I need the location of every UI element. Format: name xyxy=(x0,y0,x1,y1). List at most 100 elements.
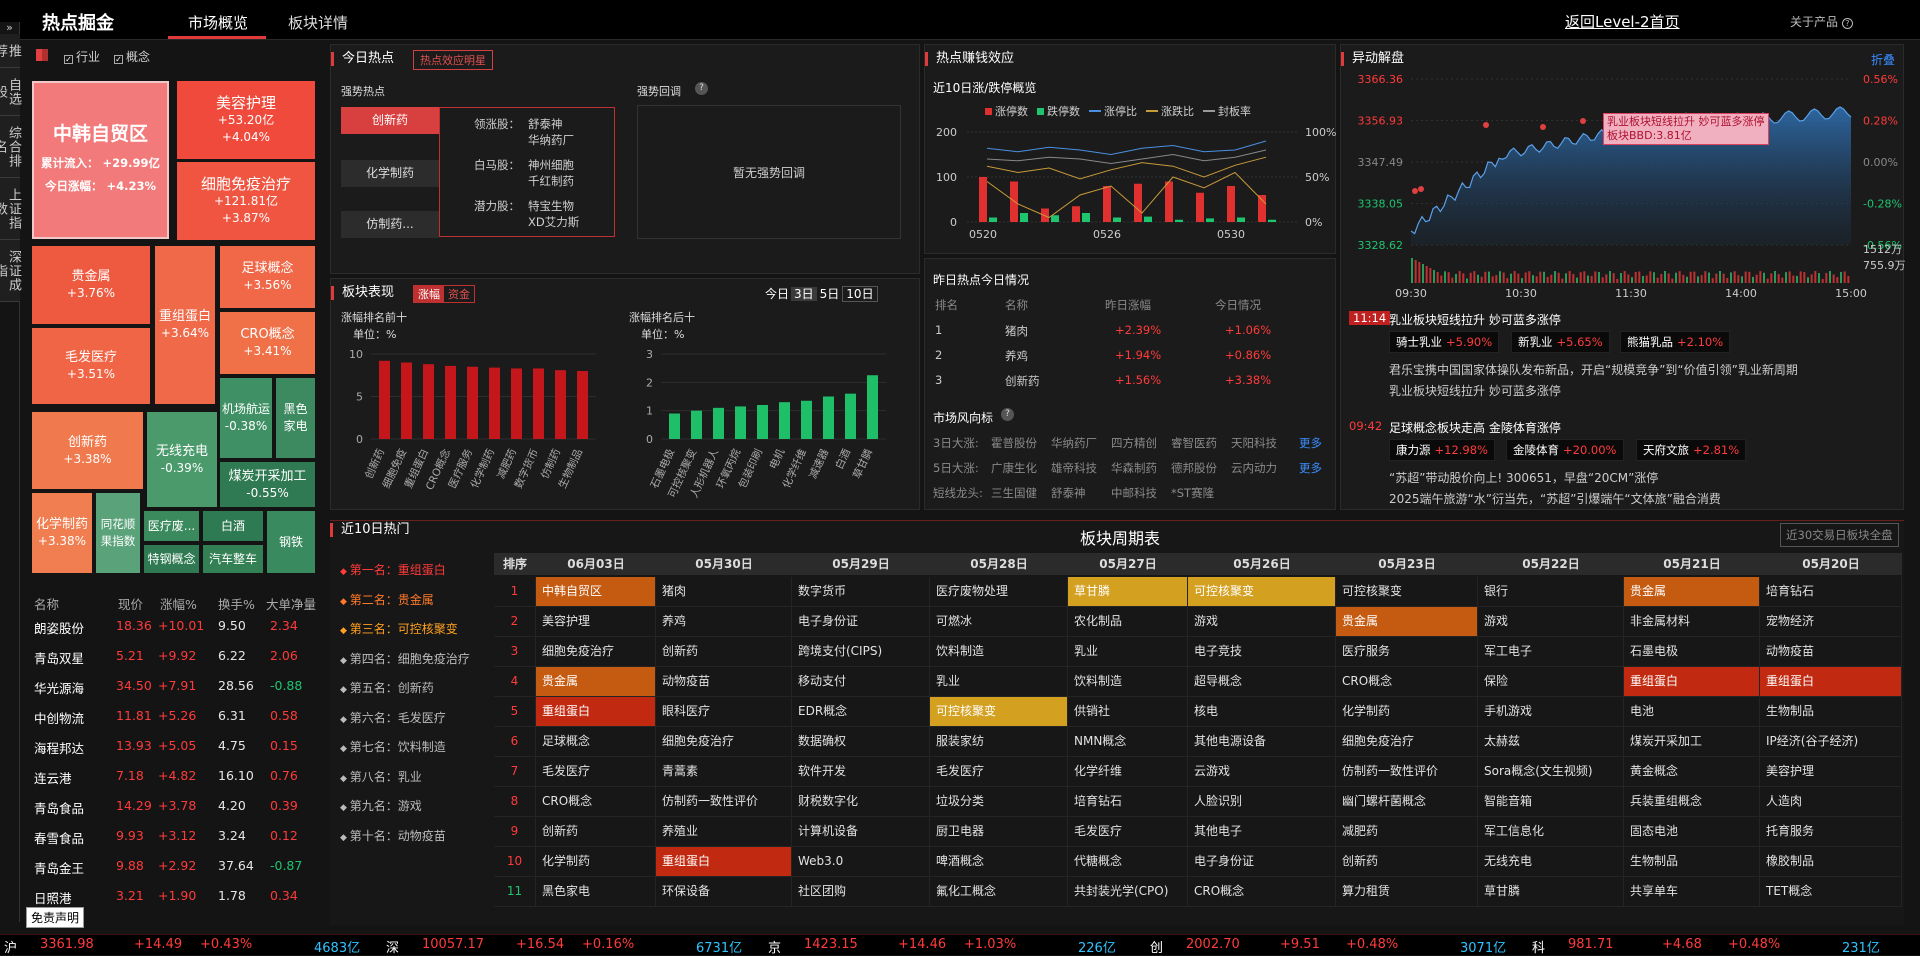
stock-tag[interactable]: 金陵体育 +20.00% xyxy=(1506,439,1624,461)
bar[interactable] xyxy=(779,402,790,439)
wind-stock-link[interactable]: 雄帝科技 xyxy=(1051,460,1097,476)
weekly-sector-cell[interactable]: CRO概念 xyxy=(1336,667,1478,696)
weekly-sector-cell[interactable]: 供销社 xyxy=(1068,697,1188,726)
weekly-sector-cell[interactable]: 创新药 xyxy=(656,637,792,666)
tab-rise[interactable]: 涨幅 xyxy=(414,286,444,302)
limit-down-bar[interactable] xyxy=(1082,213,1090,222)
treemap-cell[interactable]: 创新药 +3.38% xyxy=(32,412,143,489)
weekly-sector-cell[interactable]: 托育服务 xyxy=(1760,817,1902,846)
limit-up-bar[interactable] xyxy=(1227,186,1235,222)
weekly-sector-cell[interactable]: 共封装光学(CPO) xyxy=(1068,877,1188,906)
bar[interactable] xyxy=(467,366,478,439)
weekly-sector-cell[interactable]: 幽门螺杆菌概念 xyxy=(1336,787,1478,816)
weekly-sector-cell[interactable]: 细胞免疫治疗 xyxy=(1336,727,1478,756)
bar[interactable] xyxy=(867,375,878,439)
treemap-cell[interactable]: 钢铁 xyxy=(267,511,315,573)
weekly-sector-cell[interactable]: 化学制药 xyxy=(536,847,656,876)
weekly-sector-cell[interactable]: 游戏 xyxy=(1188,607,1336,636)
yesterday-name[interactable]: 猪肉 xyxy=(1005,323,1028,339)
weekly-sector-cell[interactable]: 培育钻石 xyxy=(1760,577,1902,606)
weekly-sector-cell[interactable]: Web3.0 xyxy=(792,847,930,876)
weekly-sector-cell[interactable]: 动物疫苗 xyxy=(1760,637,1902,666)
limit-up-bar[interactable] xyxy=(1165,181,1173,223)
weekly-sector-cell[interactable]: 计算机设备 xyxy=(792,817,930,846)
hot-sector-button[interactable]: 化学制药 xyxy=(341,160,439,187)
sidebar-item-sh-index[interactable]: 上证指数 xyxy=(0,178,21,240)
weekly-sector-cell[interactable]: 其他电子 xyxy=(1188,817,1336,846)
wind-stock-link[interactable]: 霍普股份 xyxy=(991,435,1037,451)
stock-row[interactable]: 青岛双星 5.21 +9.92 6.22 2.06 xyxy=(22,640,324,670)
bar[interactable] xyxy=(713,407,724,439)
weekly-sector-cell[interactable]: 氟化工概念 xyxy=(930,877,1068,906)
bar[interactable] xyxy=(423,364,434,439)
limit-up-bar[interactable] xyxy=(1196,192,1204,222)
weekly-sector-cell[interactable]: 军工信息化 xyxy=(1478,817,1624,846)
weekly-sector-cell[interactable]: CRO概念 xyxy=(536,787,656,816)
tab-sector-detail[interactable]: 板块详情 xyxy=(288,12,348,33)
treemap-cell[interactable]: 重组蛋白 +3.64% xyxy=(155,246,215,404)
recent-hot-item[interactable]: ◆ 第二名：贵金属 xyxy=(340,591,434,608)
treemap-cell[interactable]: 白酒 xyxy=(203,511,263,541)
treemap-icon[interactable] xyxy=(36,49,48,61)
weekly-sector-cell[interactable]: 医疗服务 xyxy=(1336,637,1478,666)
stock-link[interactable]: 舒泰神 xyxy=(528,116,563,132)
weekly-sector-cell[interactable]: 社区团购 xyxy=(792,877,930,906)
recent-hot-item[interactable]: ◆ 第十名：动物疫苗 xyxy=(340,827,446,844)
weekly-sector-cell[interactable]: 其他电源设备 xyxy=(1188,727,1336,756)
tab-market-overview[interactable]: 市场概览 xyxy=(188,12,248,33)
weekly-sector-cell[interactable]: 石墨电极 xyxy=(1624,637,1760,666)
weekly-sector-cell[interactable]: 人造肉 xyxy=(1760,787,1902,816)
bar[interactable] xyxy=(669,413,680,440)
stock-link[interactable]: 特宝生物 xyxy=(528,198,574,214)
weekly-sector-cell[interactable]: 培育钻石 xyxy=(1068,787,1188,816)
weekly-sector-cell[interactable]: 美容护理 xyxy=(536,607,656,636)
treemap-cell[interactable]: 美容护理 +53.20亿 +4.04% xyxy=(177,81,315,159)
limit-down-bar[interactable] xyxy=(1051,215,1059,222)
stock-tag[interactable]: 康力源 +12.98% xyxy=(1389,439,1495,461)
about-product-link[interactable]: 关于产品 ? xyxy=(1790,13,1853,30)
stock-tag[interactable]: 新乳业 +5.65% xyxy=(1511,331,1610,353)
weekly-sector-cell[interactable]: 超导概念 xyxy=(1188,667,1336,696)
limit-down-bar[interactable] xyxy=(1144,216,1152,222)
period-10d[interactable]: 10日 xyxy=(842,286,878,302)
weekly-sector-cell[interactable]: 草甘膦 xyxy=(1478,877,1624,906)
yesterday-name[interactable]: 创新药 xyxy=(1005,373,1040,389)
weekly-sector-cell[interactable]: 算力租赁 xyxy=(1336,877,1478,906)
limit-down-bar[interactable] xyxy=(1175,219,1183,222)
weekly-sector-cell[interactable]: 非金属材料 xyxy=(1624,607,1760,636)
bar[interactable] xyxy=(445,365,456,439)
wind-stock-link[interactable]: 舒泰神 xyxy=(1051,485,1086,501)
bar[interactable] xyxy=(691,410,702,439)
recent-hot-item[interactable]: ◆ 第五名：创新药 xyxy=(340,679,434,696)
industry-checkbox[interactable]: ✓ 行业 xyxy=(64,48,100,65)
yesterday-name[interactable]: 养鸡 xyxy=(1005,348,1028,364)
weekly-sector-cell[interactable]: 生物制品 xyxy=(1760,697,1902,726)
index-name[interactable]: 深 xyxy=(386,937,399,956)
weekly-sector-cell[interactable]: IP经济(谷子经济) xyxy=(1760,727,1902,756)
weekly-sector-cell[interactable]: 电子竞技 xyxy=(1188,637,1336,666)
weekly-sector-cell[interactable]: 草甘膦 xyxy=(1068,577,1188,606)
stock-tag[interactable]: 熊猫乳品 +2.10% xyxy=(1620,331,1731,353)
wind-stock-link[interactable]: 天阳科技 xyxy=(1231,435,1277,451)
stock-link[interactable]: 千红制药 xyxy=(528,173,574,189)
weekly-sector-cell[interactable]: 兵装重组概念 xyxy=(1624,787,1760,816)
weekly-sector-cell[interactable]: 代糖概念 xyxy=(1068,847,1188,876)
weekly-sector-cell[interactable]: 服装家纺 xyxy=(930,727,1068,756)
sidebar-item-sz-index[interactable]: 深证成指 xyxy=(0,240,21,302)
treemap-cell[interactable]: 黑色家电 xyxy=(276,378,315,458)
weekly-sector-cell[interactable]: 军工电子 xyxy=(1478,637,1624,666)
weekly-sector-cell[interactable]: 黑色家电 xyxy=(536,877,656,906)
stock-row[interactable]: 春雪食品 9.93 +3.12 3.24 0.12 xyxy=(22,820,324,850)
treemap-cell[interactable]: 细胞免疫治疗 +121.81亿 +3.87% xyxy=(177,162,315,240)
hot-sector-button[interactable]: 仿制药... xyxy=(341,211,439,238)
treemap-cell[interactable]: 煤炭开采加工 -0.55% xyxy=(220,462,315,507)
weekly-sector-cell[interactable]: 贵金属 xyxy=(536,667,656,696)
weekly-sector-cell[interactable]: 乳业 xyxy=(930,667,1068,696)
weekly-sector-cell[interactable]: 游戏 xyxy=(1478,607,1624,636)
weekly-sector-cell[interactable]: 减肥药 xyxy=(1336,817,1478,846)
weekly-sector-cell[interactable]: TET概念 xyxy=(1760,877,1902,906)
weekly-sector-cell[interactable]: 电子身份证 xyxy=(792,607,930,636)
weekly-sector-cell[interactable]: 动物疫苗 xyxy=(656,667,792,696)
stock-row[interactable]: 日照港 3.21 +1.90 1.78 0.34 xyxy=(22,880,324,910)
weekly-sector-cell[interactable]: 银行 xyxy=(1478,577,1624,606)
